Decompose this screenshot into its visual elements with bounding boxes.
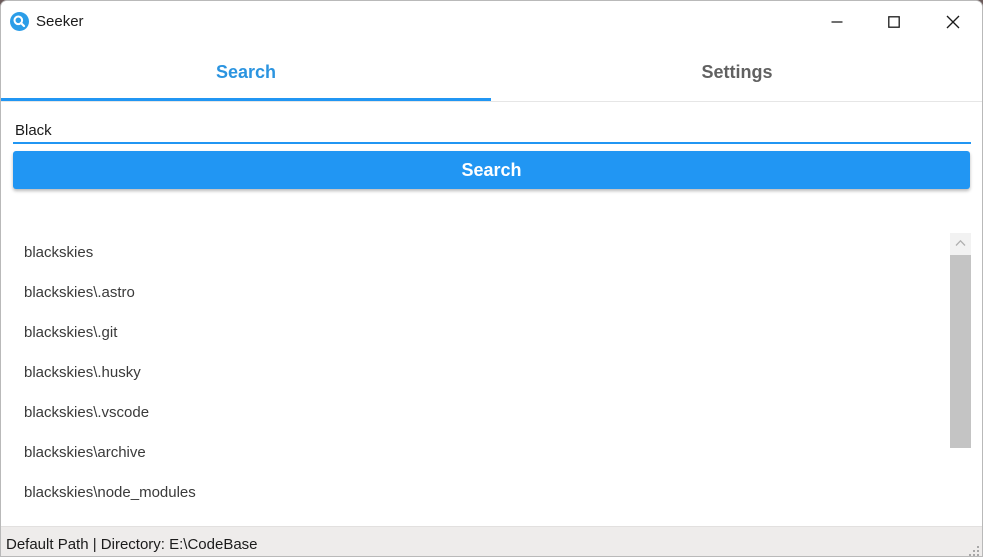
list-item[interactable]: blackskies\node_modules [1,473,949,513]
maximize-button[interactable] [866,1,922,43]
title-bar[interactable]: Seeker [1,1,982,43]
search-button[interactable]: Search [13,151,970,189]
status-text: Default Path | Directory: E:\CodeBase [6,536,258,553]
magnifier-icon [10,12,29,31]
search-input[interactable] [13,113,971,142]
close-button[interactable] [925,1,981,43]
list-item[interactable]: blackskies\.git [1,313,949,353]
list-item[interactable]: blackskies\.astro [1,273,949,313]
minimize-icon [831,21,843,23]
search-field[interactable] [13,113,971,144]
list-item[interactable]: blackskies\archive [1,433,949,473]
list-item[interactable]: blackskies [1,233,949,273]
tab-settings[interactable]: Settings [492,43,982,101]
status-bar: Default Path | Directory: E:\CodeBase [1,526,982,557]
tab-bar: Search Settings [1,43,982,102]
scroll-thumb[interactable] [950,255,971,448]
scroll-up-button[interactable] [950,233,971,254]
window-title: Seeker [36,13,84,30]
resize-grip-icon[interactable] [968,545,980,557]
close-icon [946,15,960,29]
list-item[interactable]: blackskies\.vscode [1,393,949,433]
tab-search[interactable]: Search [1,43,491,101]
list-item[interactable]: blackskies\.husky [1,353,949,393]
results-list: blackskies blackskies\.astro blackskies\… [1,233,949,523]
results-scrollbar[interactable] [950,233,971,448]
minimize-button[interactable] [809,1,865,43]
app-window: Seeker Search Settings Search blackskies [0,0,983,557]
maximize-icon [888,16,900,28]
chevron-up-icon [955,239,966,246]
active-tab-indicator [1,98,491,101]
